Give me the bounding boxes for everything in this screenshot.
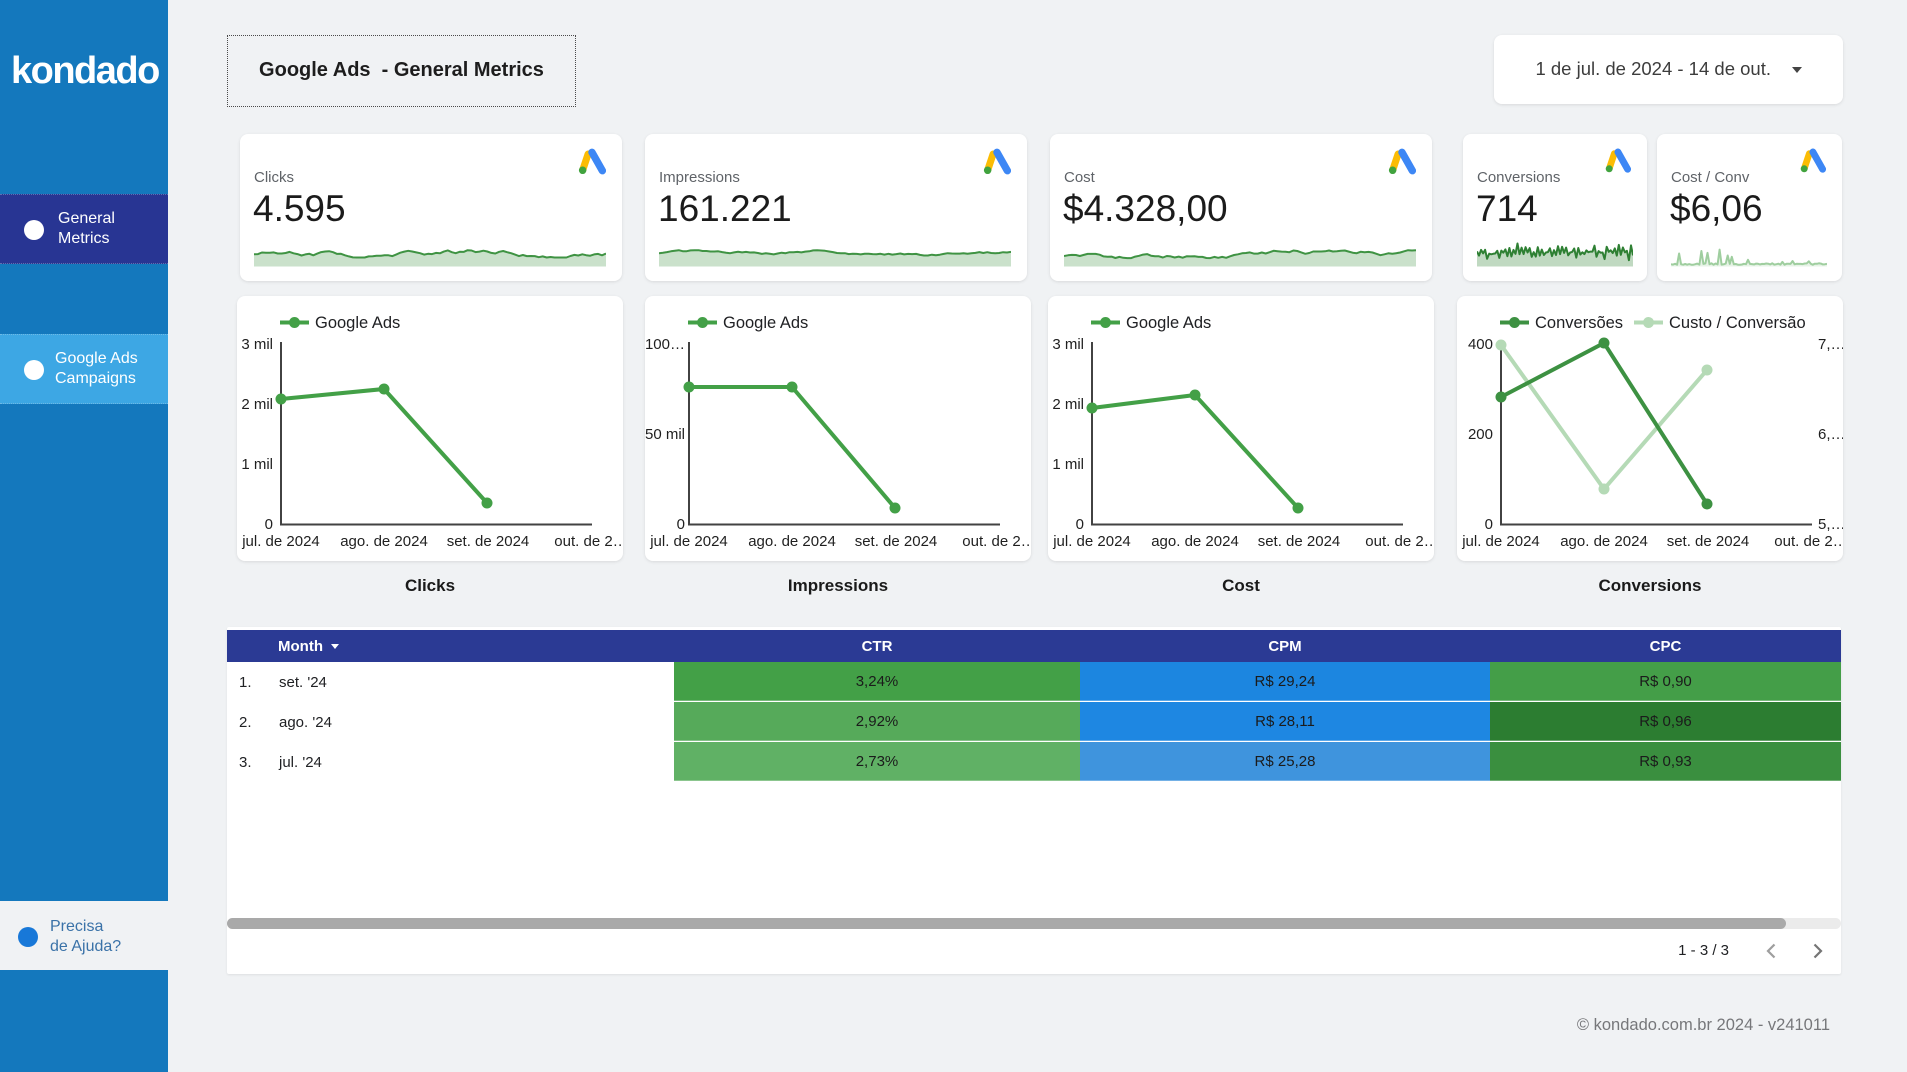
- svg-text:out. de 2…: out. de 2…: [1774, 533, 1843, 550]
- svg-text:200: 200: [1468, 426, 1493, 443]
- svg-text:0: 0: [677, 516, 685, 533]
- svg-text:out. de 2…: out. de 2…: [554, 533, 623, 550]
- svg-text:5,…: 5,…: [1818, 516, 1843, 533]
- svg-text:set. de 2024: set. de 2024: [1667, 533, 1750, 550]
- svg-text:jul. de 2024: jul. de 2024: [649, 533, 728, 550]
- svg-text:jul. de 2024: jul. de 2024: [1052, 533, 1131, 550]
- svg-text:1 mil: 1 mil: [1052, 456, 1084, 473]
- svg-text:50 mil: 50 mil: [645, 426, 685, 443]
- svg-text:0: 0: [1485, 516, 1493, 533]
- svg-text:Google Ads: Google Ads: [1126, 314, 1211, 332]
- svg-text:set. de 2024: set. de 2024: [447, 533, 530, 550]
- svg-text:2 mil: 2 mil: [1052, 396, 1084, 413]
- svg-text:7,…: 7,…: [1818, 336, 1843, 353]
- svg-text:ago. de 2024: ago. de 2024: [1151, 533, 1239, 550]
- svg-text:2 mil: 2 mil: [241, 396, 273, 413]
- svg-text:out. de 2…: out. de 2…: [1365, 533, 1434, 550]
- svg-text:Custo / Conversão: Custo / Conversão: [1669, 314, 1806, 332]
- svg-text:ago. de 2024: ago. de 2024: [1560, 533, 1648, 550]
- svg-text:set. de 2024: set. de 2024: [1258, 533, 1341, 550]
- svg-text:100…: 100…: [645, 336, 685, 353]
- svg-text:set. de 2024: set. de 2024: [855, 533, 938, 550]
- svg-text:Google Ads: Google Ads: [315, 314, 400, 332]
- svg-text:jul. de 2024: jul. de 2024: [1461, 533, 1540, 550]
- svg-text:ago. de 2024: ago. de 2024: [748, 533, 836, 550]
- svg-text:Google Ads: Google Ads: [723, 314, 808, 332]
- svg-text:Conversões: Conversões: [1535, 314, 1623, 332]
- svg-text:jul. de 2024: jul. de 2024: [241, 533, 320, 550]
- svg-text:6,…: 6,…: [1818, 426, 1843, 443]
- svg-text:ago. de 2024: ago. de 2024: [340, 533, 428, 550]
- svg-text:0: 0: [1076, 516, 1084, 533]
- svg-text:3 mil: 3 mil: [1052, 336, 1084, 353]
- svg-text:1 mil: 1 mil: [241, 456, 273, 473]
- svg-text:400: 400: [1468, 336, 1493, 353]
- svg-text:3 mil: 3 mil: [241, 336, 273, 353]
- svg-text:out. de 2…: out. de 2…: [962, 533, 1031, 550]
- svg-text:0: 0: [265, 516, 273, 533]
